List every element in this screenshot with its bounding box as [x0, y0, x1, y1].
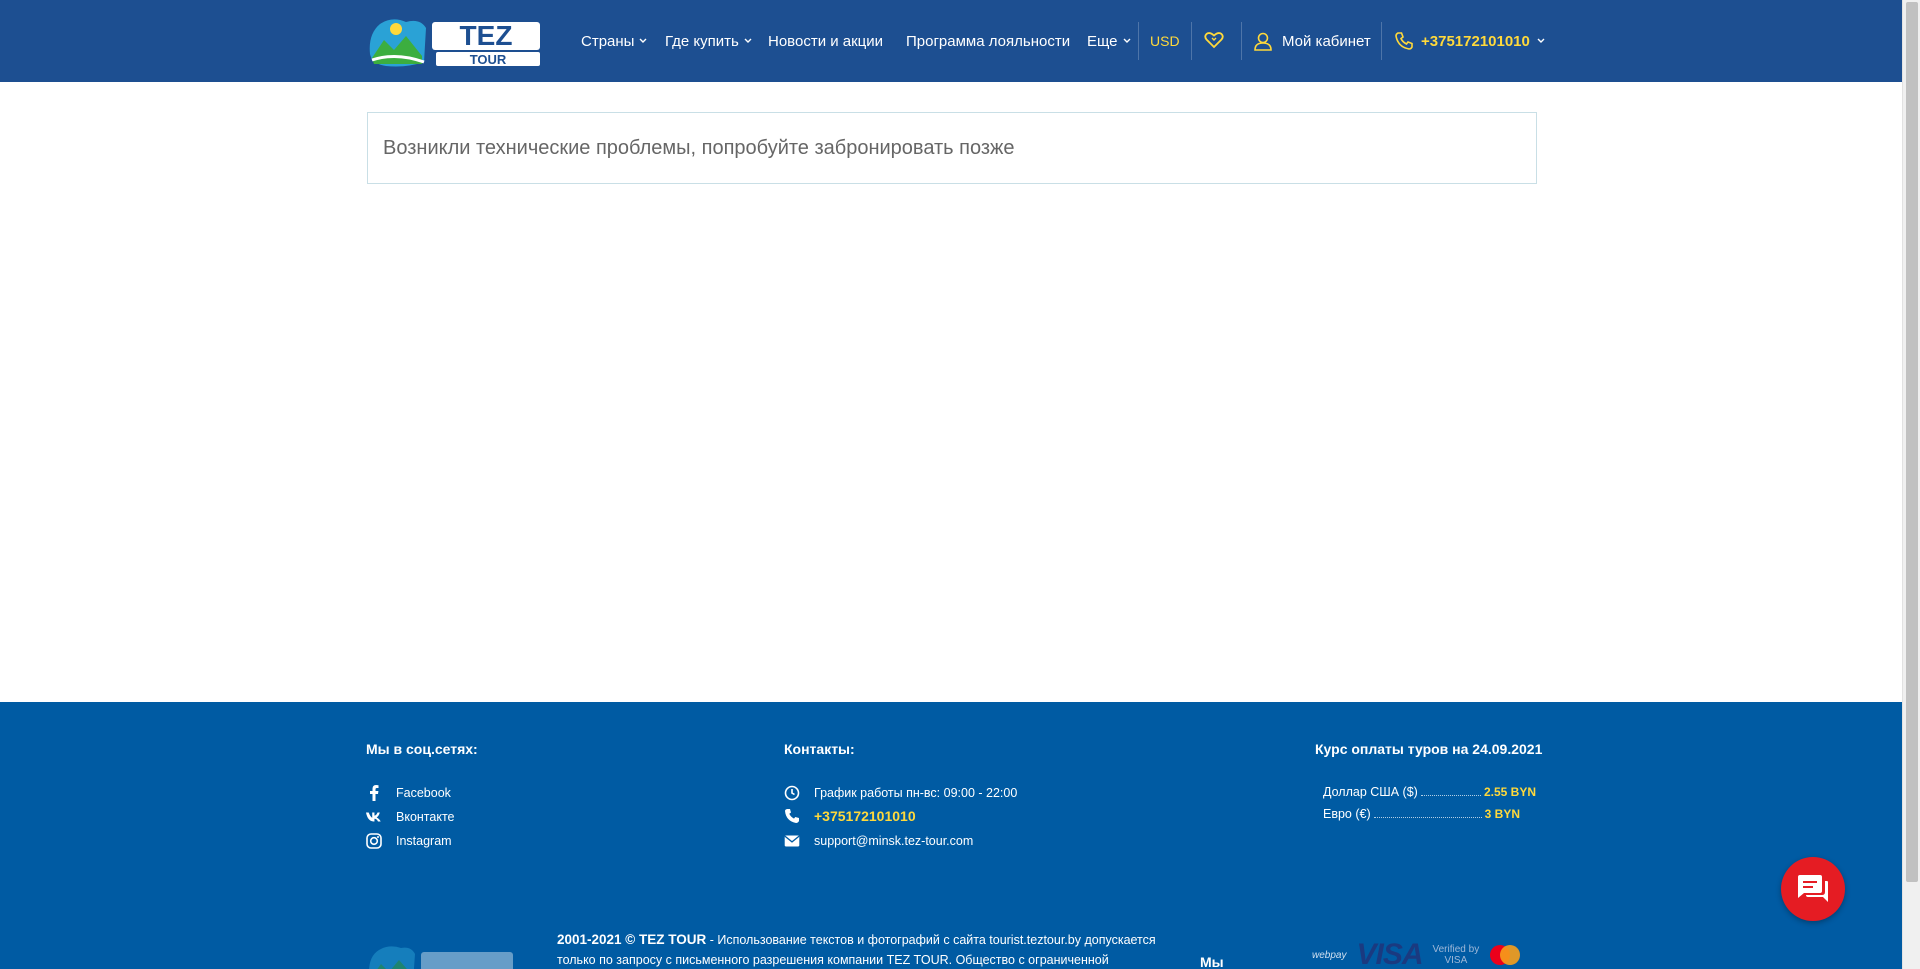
clock-icon: [784, 785, 800, 801]
my-cabinet-link[interactable]: Мой кабинет: [1253, 0, 1371, 82]
favorites-heart-icon[interactable]: [1204, 31, 1224, 49]
error-message-box: Возникли технические проблемы, попробуйт…: [367, 112, 1537, 184]
chevron-down-icon: [639, 38, 647, 43]
scrollbar-thumb[interactable]: [1906, 2, 1918, 882]
facebook-icon: [366, 785, 382, 801]
logo-text-tour: TOUR: [470, 52, 507, 67]
header-divider: [1381, 22, 1382, 60]
header-phone[interactable]: +375172101010: [1394, 0, 1545, 82]
my-cabinet-label: Мой кабинет: [1282, 32, 1371, 50]
visa-logo: VISA: [1356, 938, 1423, 969]
contacts-email[interactable]: support@minsk.tez-tour.com: [784, 833, 973, 849]
contacts-hours: График работы пн-вс: 09:00 - 22:00: [784, 785, 1017, 801]
vk-icon: [366, 809, 382, 825]
social-instagram-label: Instagram: [396, 834, 452, 848]
instagram-icon: [366, 833, 382, 849]
user-icon: [1254, 32, 1272, 51]
mastercard-logo: [1490, 945, 1521, 965]
social-facebook-label: Facebook: [396, 786, 451, 800]
chat-bubble-icon: [1798, 875, 1828, 902]
tez-tour-logo[interactable]: TEZ TOUR: [366, 14, 544, 68]
page-scrollbar[interactable]: [1902, 0, 1920, 969]
nav-where-to-buy[interactable]: Где купить: [665, 0, 752, 82]
contacts-email-address: support@minsk.tez-tour.com: [814, 834, 974, 848]
contacts-title: Контакты:: [784, 741, 855, 757]
footer-tez-tour-logo: [369, 946, 513, 969]
chevron-down-icon: [1123, 38, 1131, 43]
envelope-icon: [784, 833, 800, 849]
contacts-phone[interactable]: +375172101010: [784, 808, 916, 824]
chevron-down-icon: [1537, 38, 1545, 43]
rate-dots: [1373, 808, 1482, 818]
header-divider: [1191, 22, 1192, 60]
phone-icon: [784, 808, 800, 824]
social-vkontakte[interactable]: Вконтакте: [366, 809, 454, 825]
site-header: TEZ TOUR Страны Где купить Новости и акц…: [0, 0, 1902, 82]
header-divider: [1241, 22, 1242, 60]
rate-usd-value: 2.55 BYN: [1483, 785, 1536, 799]
phone-icon: [1395, 32, 1413, 50]
nav-more[interactable]: Еще: [1087, 0, 1131, 82]
verified-by-visa-logo: Verified by VISA: [1433, 944, 1480, 966]
nav-countries-label: Страны: [581, 32, 635, 50]
social-vkontakte-label: Вконтакте: [396, 810, 455, 824]
payment-logos: webpay VISA Verified by VISA: [1312, 938, 1521, 969]
social-instagram[interactable]: Instagram: [366, 833, 452, 849]
vbv-bottom: VISA: [1444, 955, 1468, 966]
copyright-bold: 2001-2021 © TEZ TOUR: [557, 932, 707, 947]
rate-dots: [1420, 786, 1481, 796]
chevron-down-icon: [744, 38, 752, 43]
webpay-logo: webpay: [1312, 949, 1347, 961]
nav-countries[interactable]: Страны: [581, 0, 647, 82]
nav-loyalty[interactable]: Программа лояльности: [906, 0, 1070, 82]
site-footer: Мы в соц.сетях: Facebook Вконтакте Insta…: [0, 702, 1902, 969]
vbv-top: Verified by: [1432, 944, 1480, 955]
rate-usd: Доллар США ($) 2.55 BYN: [1323, 785, 1536, 799]
header-divider: [1138, 22, 1139, 60]
chat-button[interactable]: [1781, 857, 1845, 921]
rate-usd-label: Доллар США ($): [1323, 785, 1418, 799]
nav-where-to-buy-label: Где купить: [665, 32, 739, 50]
social-facebook[interactable]: Facebook: [366, 785, 451, 801]
nav-more-label: Еще: [1087, 32, 1118, 50]
rate-eur-label: Евро (€): [1323, 807, 1371, 821]
nav-loyalty-label: Программа лояльности: [906, 32, 1071, 50]
logo-text-tez: TEZ: [460, 20, 513, 51]
rate-eur: Евро (€) 3 BYN: [1323, 807, 1520, 821]
contacts-phone-number: +375172101010: [814, 808, 916, 824]
rates-title: Курс оплаты туров на 24.09.2021: [1315, 741, 1543, 757]
rate-eur-value: 3 BYN: [1484, 807, 1520, 821]
header-phone-number: +375172101010: [1421, 32, 1530, 50]
contacts-hours-label: График работы пн-вс: 09:00 - 22:00: [814, 786, 1018, 800]
error-message-text: Возникли технические проблемы, попробуйт…: [383, 137, 1015, 159]
footer-my-label: Мы: [1200, 954, 1224, 969]
nav-news-label: Новости и акции: [768, 32, 884, 50]
nav-news[interactable]: Новости и акции: [768, 0, 883, 82]
social-title: Мы в соц.сетях:: [366, 741, 478, 757]
currency-selector[interactable]: USD: [1150, 0, 1180, 82]
copyright-text: 2001-2021 © TEZ TOUR - Использование тек…: [557, 930, 1157, 969]
